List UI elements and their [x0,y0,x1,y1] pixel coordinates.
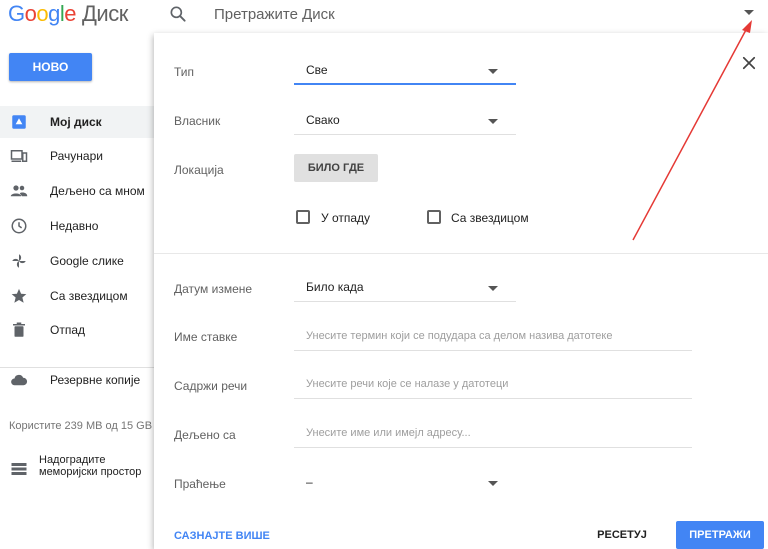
in-trash-checkbox[interactable] [296,210,310,224]
sidebar-item-backups[interactable]: Резервне копије [0,364,154,396]
sidebar: НОВО Мој диск Рачунари Дељено са мном Не… [0,30,154,549]
item-name-field[interactable] [294,323,692,351]
search-button[interactable]: ПРЕТРАЖИ [676,521,764,549]
has-words-field[interactable] [294,371,692,399]
type-select[interactable]: Све [294,57,516,85]
location-anywhere-button[interactable]: БИЛО ГДЕ [294,154,378,182]
reset-button[interactable]: РЕСЕТУЈ [592,521,652,549]
starred-label: Са звездицом [451,211,529,225]
shared-with-input[interactable] [306,424,686,442]
top-bar: Google Диск [0,0,768,30]
search-input[interactable] [214,4,714,24]
follow-up-label: Праћење [174,477,226,491]
sidebar-item-starred[interactable]: Са звездицом [0,280,154,312]
shared-with-field[interactable] [294,420,692,448]
chevron-down-icon [488,69,498,74]
sidebar-item-my-drive[interactable]: Мој диск [0,106,154,138]
google-drive-logo[interactable]: Google Диск [8,1,128,27]
has-words-label: Садржи речи [174,379,248,393]
owner-select[interactable]: Свако [294,107,516,135]
close-icon[interactable] [740,54,758,72]
in-trash-label: У отпаду [321,211,371,225]
follow-up-select[interactable]: – [294,469,516,497]
clock-icon [11,218,27,234]
new-button[interactable]: НОВО [9,53,92,81]
has-words-input[interactable] [306,375,686,393]
storage-icon [11,463,27,475]
chevron-down-icon [488,481,498,486]
learn-more-link[interactable]: САЗНАЈТЕ ВИШЕ [174,530,270,542]
sidebar-item-computers[interactable]: Рачунари [0,140,154,172]
shared-with-label: Дељено са [174,428,236,442]
star-icon [11,288,27,303]
product-name: Диск [82,1,128,26]
chevron-down-icon [488,119,498,124]
my-drive-icon [12,115,26,129]
computers-icon [10,150,28,162]
location-label: Локација [174,163,224,177]
sidebar-item-shared-with-me[interactable]: Дељено са мном [0,175,154,207]
shared-people-icon [10,185,28,197]
pinwheel-icon [12,254,26,268]
sidebar-item-google-photos[interactable]: Google слике [0,245,154,277]
search-icon[interactable] [168,4,188,24]
search-options-caret-icon[interactable] [744,10,754,15]
sidebar-item-recent[interactable]: Недавно [0,210,154,242]
sidebar-item-trash[interactable]: Отпад [0,314,154,346]
panel-divider [154,253,768,254]
chevron-down-icon [488,286,498,291]
item-name-label: Име ставке [174,330,238,344]
date-modified-label: Датум измене [174,282,253,296]
date-modified-select[interactable]: Било када [294,274,516,302]
starred-checkbox[interactable] [427,210,441,224]
item-name-input[interactable] [306,327,686,345]
owner-label: Власник [174,114,221,128]
advanced-search-panel: Тип Све Власник Свако Локација БИЛО ГДЕ … [154,33,768,549]
storage-usage-text: Користите 239 MB од 15 GB [9,420,153,432]
upgrade-storage-link[interactable]: Надоградите меморијски простор [9,454,154,482]
trash-icon [13,322,25,337]
cloud-icon [11,374,28,386]
type-label: Тип [174,65,195,79]
